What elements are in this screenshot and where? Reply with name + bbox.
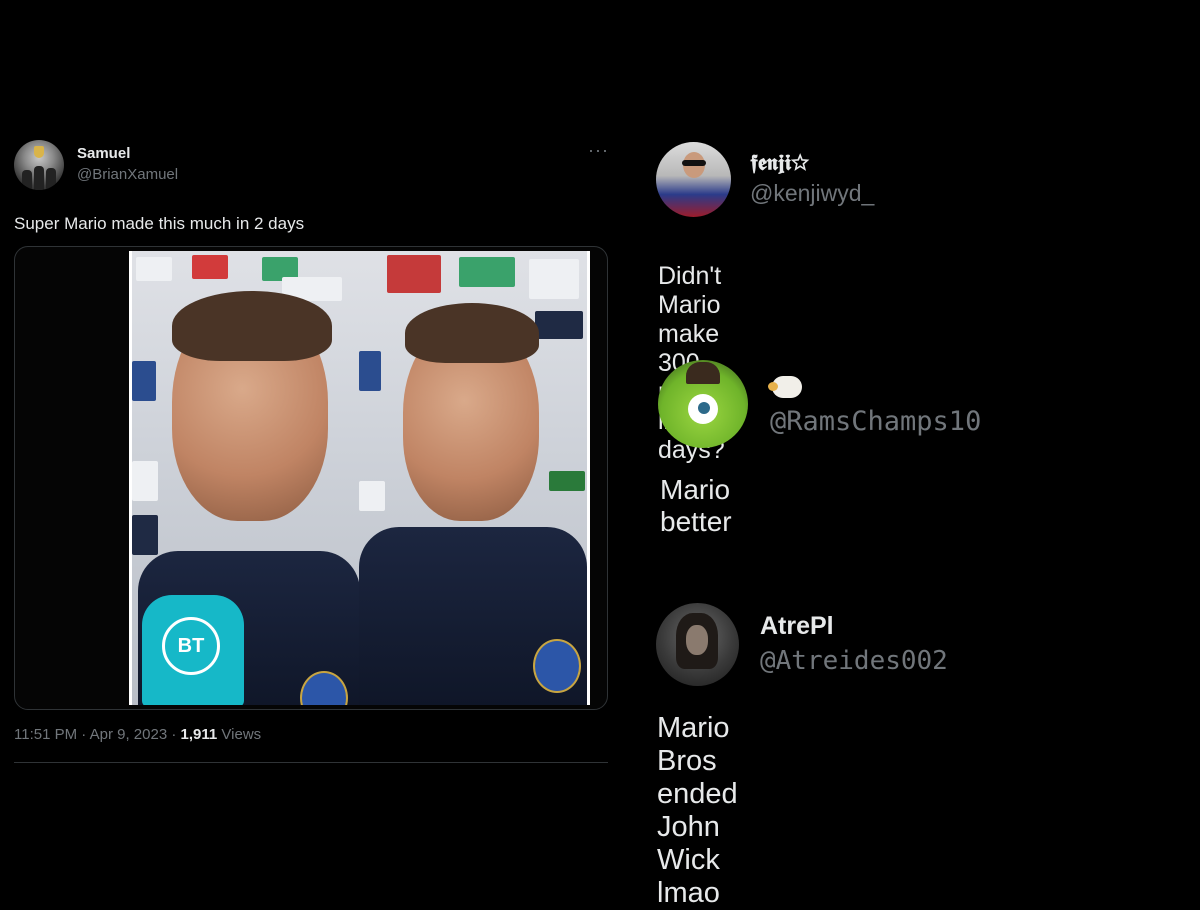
author-handle[interactable]: @kenjiwyd_ — [750, 180, 874, 207]
divider — [14, 762, 608, 763]
media-photo-right[interactable] — [359, 251, 590, 705]
bt-logo: BT — [162, 617, 220, 675]
avatar[interactable] — [658, 360, 748, 448]
tweet-meta: 11:51 PM · Apr 9, 2023 · 1,911 Views — [14, 726, 261, 743]
tweet-card: Samuel @BrianXamuel ··· Super Mario made… — [14, 138, 608, 768]
author-handle[interactable]: @RamsChamps10 — [770, 406, 981, 437]
sheep-icon — [768, 376, 802, 398]
tweet-time[interactable]: 11:51 PM — [14, 726, 77, 743]
views-label: Views — [221, 726, 262, 743]
author-name[interactable]: AtrePl — [760, 612, 834, 641]
meta-separator: · — [171, 726, 177, 743]
avatar[interactable] — [14, 140, 64, 190]
avatar[interactable] — [656, 603, 739, 686]
more-options-icon[interactable]: ··· — [588, 140, 609, 161]
tweet-text: Super Mario made this much in 2 days — [14, 214, 305, 233]
author-name[interactable] — [768, 376, 802, 404]
avatar[interactable] — [656, 142, 731, 217]
tweet-date[interactable]: Apr 9, 2023 — [90, 726, 168, 743]
reply-text: Mario Bros ended John Wick lmao — [657, 712, 738, 909]
trophy-icon — [34, 146, 44, 158]
author-handle[interactable]: @BrianXamuel — [77, 166, 178, 183]
media-photo-left[interactable]: BT — [129, 251, 362, 705]
reply-text: Mario better — [660, 474, 732, 537]
author-name[interactable]: Samuel — [77, 145, 130, 162]
club-crest-icon — [533, 639, 581, 693]
meta-separator: · — [81, 726, 87, 743]
author-name[interactable]: 𝖋𝖊𝖓𝖏𝖎☆ — [750, 150, 809, 176]
author-handle[interactable]: @Atreides002 — [760, 646, 948, 676]
tweet-media[interactable]: BT — [14, 246, 608, 710]
microphone: BT — [142, 595, 244, 705]
views-count[interactable]: 1,911 — [181, 726, 218, 743]
